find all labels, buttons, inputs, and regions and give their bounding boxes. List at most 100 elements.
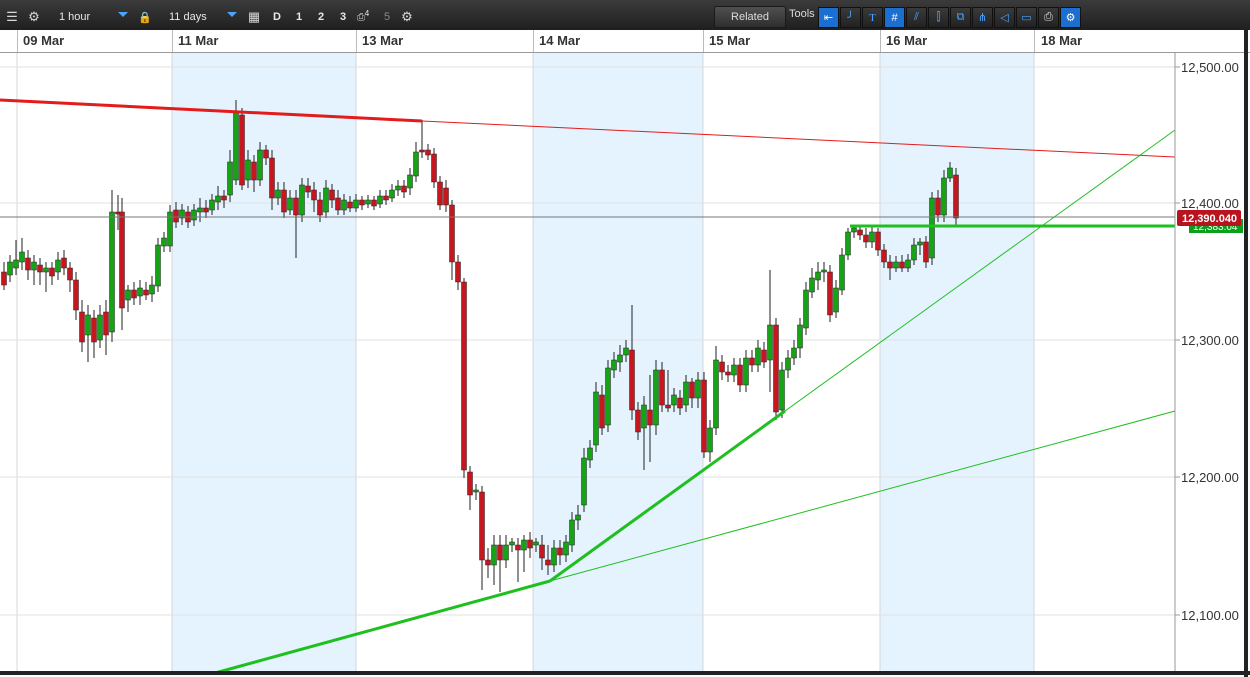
- candle-up: [905, 259, 911, 269]
- candle-down: [545, 559, 551, 566]
- candle-down: [701, 379, 707, 453]
- candle-down: [347, 201, 353, 209]
- price-axis-bg: [1175, 53, 1250, 673]
- price-label: 12,400.00: [1181, 196, 1239, 211]
- candle-up: [215, 195, 221, 203]
- candle-down: [923, 241, 929, 263]
- candle-up: [695, 379, 701, 399]
- candle-down: [359, 199, 365, 206]
- candle-up: [791, 347, 797, 359]
- candle-up: [341, 199, 347, 211]
- candles: [1, 100, 959, 592]
- candle-up: [155, 244, 161, 287]
- candle-up: [161, 237, 167, 247]
- candle-up: [641, 404, 647, 429]
- candle-up: [671, 394, 677, 406]
- candle-up: [389, 189, 395, 199]
- candle-up: [617, 354, 623, 363]
- candle-down: [293, 197, 299, 216]
- candle-up: [893, 261, 899, 269]
- candle-down: [383, 195, 389, 201]
- candle-up: [227, 161, 233, 196]
- candle-down: [827, 271, 833, 316]
- candle-up: [683, 381, 689, 406]
- day-shade: [880, 53, 1034, 673]
- candle-down: [73, 279, 79, 311]
- candle-up: [521, 539, 527, 551]
- candle-down: [371, 199, 377, 207]
- candle-down: [401, 185, 407, 193]
- candle-down: [557, 547, 563, 556]
- candle-down: [443, 187, 449, 206]
- candle-up: [851, 227, 857, 233]
- candle-down: [539, 544, 545, 559]
- candle-down: [131, 289, 137, 299]
- candle-up: [947, 167, 953, 179]
- candle-down: [899, 261, 905, 269]
- candle-up: [299, 184, 305, 216]
- candle-up: [191, 209, 197, 221]
- candle-up: [839, 254, 845, 291]
- candle-up: [109, 211, 115, 333]
- candle-down: [329, 189, 335, 201]
- candle-up: [803, 289, 809, 329]
- candle-up: [551, 547, 557, 566]
- candle-up: [323, 187, 329, 213]
- day-shade: [533, 53, 703, 673]
- candle-up: [707, 427, 713, 453]
- candle-down: [305, 185, 311, 193]
- candle-down: [91, 317, 97, 343]
- candle-down: [647, 409, 653, 426]
- candle-down: [875, 231, 881, 251]
- candle-up: [767, 324, 773, 361]
- candle-down: [659, 369, 665, 406]
- current-price-label: 12,390.040: [1182, 213, 1237, 225]
- day-shade: [172, 53, 356, 673]
- candle-up: [245, 159, 251, 181]
- candle-up: [275, 189, 281, 199]
- candle-up: [869, 231, 875, 243]
- candle-down: [49, 267, 55, 277]
- candle-up: [287, 197, 293, 211]
- price-label: 12,300.00: [1181, 333, 1239, 348]
- candle-up: [413, 151, 419, 177]
- candle-up: [587, 447, 593, 461]
- candle-up: [85, 314, 91, 336]
- candle-down: [515, 544, 521, 551]
- candle-down: [67, 267, 73, 281]
- candle-down: [749, 357, 755, 366]
- candle-up: [55, 259, 61, 273]
- candle-up: [149, 284, 155, 295]
- candle-up: [623, 347, 629, 356]
- candle-up: [257, 149, 263, 181]
- candle-down: [25, 257, 31, 271]
- candle-down: [335, 197, 341, 211]
- candle-down: [79, 311, 85, 343]
- candle-up: [581, 457, 587, 506]
- price-label: 12,100.00: [1181, 608, 1239, 623]
- candle-down: [281, 189, 287, 213]
- candle-up: [353, 199, 359, 209]
- candle-down: [1, 271, 7, 286]
- candle-up: [911, 244, 917, 261]
- candle-up: [713, 359, 719, 429]
- candle-down: [37, 264, 43, 273]
- candle-up: [593, 391, 599, 446]
- candle-down: [665, 404, 671, 409]
- chart-background: [0, 53, 1175, 673]
- candle-down: [431, 153, 437, 183]
- price-label: 12,200.00: [1181, 470, 1239, 485]
- candle-up: [491, 544, 497, 566]
- candle-up: [31, 261, 37, 271]
- candle-up: [395, 185, 401, 191]
- candle-down: [737, 364, 743, 386]
- candle-up: [845, 231, 851, 256]
- candle-up: [407, 174, 413, 189]
- candle-down: [221, 195, 227, 201]
- candle-up: [575, 514, 581, 521]
- candle-up: [929, 197, 935, 259]
- candle-down: [863, 234, 869, 243]
- candle-up: [731, 364, 737, 376]
- price-chart[interactable]: 12,500.00 12,400.00 12,300.00 12,200.00 …: [0, 0, 1250, 677]
- candle-down: [425, 149, 431, 156]
